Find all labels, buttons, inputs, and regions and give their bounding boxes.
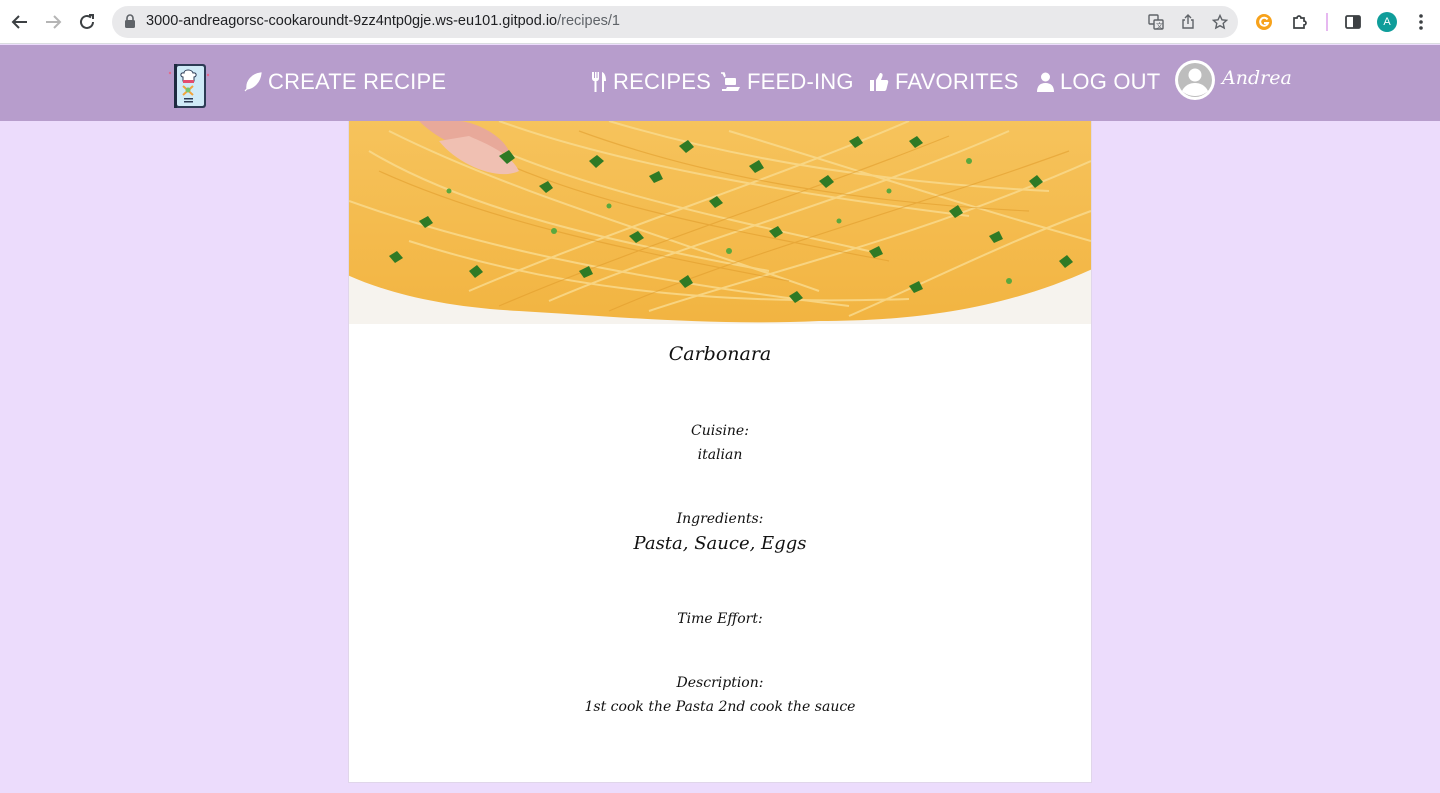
translate-icon[interactable]: 文	[1148, 14, 1164, 30]
forward-icon[interactable]	[41, 10, 65, 34]
address-bar[interactable]: 3000-andreagorsc-cookaroundt-9zz4ntp0gje…	[112, 6, 1238, 38]
more-menu-icon[interactable]	[1411, 12, 1431, 32]
username: Andrea	[1222, 67, 1292, 89]
logout-link[interactable]: Log Out	[1037, 67, 1160, 97]
feeding-link[interactable]: Feed-ing	[719, 67, 854, 97]
svg-text:文: 文	[1156, 21, 1163, 30]
profile-initial: A	[1383, 16, 1391, 28]
back-icon[interactable]	[8, 10, 32, 34]
create-recipe-label: Create Recipe	[268, 69, 447, 94]
feeding-hand-icon	[721, 72, 740, 91]
cuisine-label: Cuisine:	[691, 423, 749, 439]
logout-label: Log Out	[1060, 69, 1161, 94]
site-navbar: Create Recipe Recipes Feed-ing Favorites…	[0, 45, 1440, 121]
reload-icon[interactable]	[75, 10, 99, 34]
feather-icon	[244, 72, 262, 92]
thumbs-up-icon	[870, 73, 889, 91]
extension-g-icon[interactable]	[1254, 12, 1274, 32]
description-label: Description:	[676, 675, 764, 691]
description-value: 1st cook the Pasta 2nd cook the sauce	[584, 699, 856, 715]
profile-avatar[interactable]: A	[1377, 12, 1397, 32]
favorites-label: Favorites	[895, 69, 1019, 94]
recipe-card: Carbonara Cuisine: italian Ingredients: …	[348, 121, 1092, 783]
recipe-image	[349, 121, 1091, 324]
user-icon	[1037, 72, 1054, 92]
browser-toolbar: 3000-andreagorsc-cookaroundt-9zz4ntp0gje…	[0, 0, 1440, 44]
site-logo[interactable]	[168, 61, 210, 109]
lock-icon[interactable]	[124, 14, 136, 33]
favorites-link[interactable]: Favorites	[869, 67, 1019, 97]
side-panel-icon[interactable]	[1343, 12, 1363, 32]
recipes-label: Recipes	[613, 69, 711, 94]
cuisine-value: italian	[697, 447, 743, 463]
extensions-puzzle-icon[interactable]	[1290, 12, 1310, 32]
toolbar-divider	[1326, 13, 1328, 31]
share-icon[interactable]	[1180, 14, 1196, 30]
ingredients-label: Ingredients:	[676, 511, 764, 527]
time-effort-label: Time Effort:	[677, 611, 763, 627]
bookmark-star-icon[interactable]	[1211, 13, 1229, 30]
ingredients-value: Pasta, Sauce, Eggs	[633, 533, 807, 554]
utensils-icon	[592, 72, 606, 92]
url-text[interactable]: 3000-andreagorsc-cookaroundt-9zz4ntp0gje…	[146, 13, 620, 29]
recipes-link[interactable]: Recipes	[591, 67, 711, 97]
user-avatar-icon[interactable]	[1175, 60, 1215, 100]
create-recipe-link[interactable]: Create Recipe	[244, 67, 446, 97]
feeding-label: Feed-ing	[747, 69, 854, 94]
recipe-title: Carbonara	[668, 343, 772, 365]
